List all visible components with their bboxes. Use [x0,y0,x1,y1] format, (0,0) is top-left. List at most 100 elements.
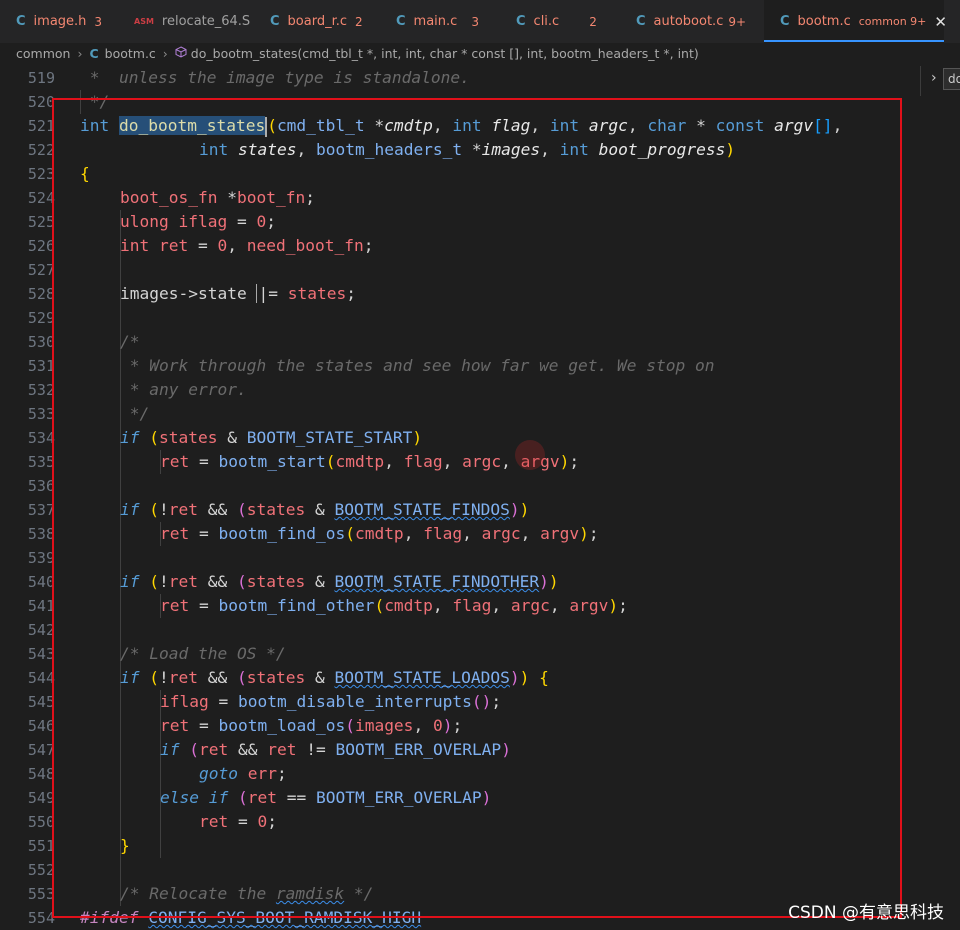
chevron-right-icon: › [931,70,937,86]
line-number: 553 [27,885,55,903]
code-line: 523{ [0,162,920,186]
code-line: 540 if (!ret && (states & BOOTM_STATE_FIN… [0,570,920,594]
line-number: 540 [27,573,55,591]
tab-label: image.h [33,14,87,29]
tab-label: main.c [413,14,458,29]
line-number: 532 [27,381,55,399]
close-icon[interactable]: ✕ [934,13,947,31]
code-line: 542 [0,618,920,642]
line-number: 520 [27,93,55,111]
line-number: 529 [27,309,55,327]
code-line: 535 ret = bootm_start(cmdtp, flag, argc, … [0,450,920,474]
code-line: 551} [0,834,920,858]
code-line: 521 int do_bootm_states (cmd_tbl_t *cmdtp,… [0,114,920,138]
line-number: 535 [27,453,55,471]
cursor-ghost-mark [515,440,545,470]
line-number: 536 [27,477,55,495]
code-editor[interactable]: 519 * unless the image type is standalon… [0,66,920,930]
code-line: 533 */ [0,402,920,426]
line-number: 524 [27,189,55,207]
watermark: CSDN @有意思科技 [788,903,944,923]
line-number: 547 [27,741,55,759]
code-line: 548 goto err; [0,762,920,786]
c-file-icon: C [636,14,646,29]
tab-autoboot-c[interactable]: C autoboot.c 9+ [636,0,746,43]
line-number: 527 [27,261,55,279]
c-file-icon: C [270,14,280,29]
line-number: 530 [27,333,55,351]
code-line: 545 iflag = bootm_disable_interrupts(); [0,690,920,714]
line-number: 531 [27,357,55,375]
breadcrumb-file[interactable]: bootm.c [105,46,156,61]
line-number: 551 [27,837,55,855]
code-line: 525 ulong iflag = 0; [0,210,920,234]
cube-icon [175,45,187,61]
tab-problem-count: 2 [355,14,363,29]
tab-label: relocate_64.S [161,14,251,29]
code-line: 539 [0,546,920,570]
line-number: 552 [27,861,55,879]
line-number: 549 [27,789,55,807]
tab-cli-c[interactable]: C cli.c 2 [516,0,597,43]
code-line: 519 * unless the image type is standalon… [0,66,920,90]
line-number: 528 [27,285,55,303]
line-number: 521 [27,117,55,135]
line-number: 544 [27,669,55,687]
line-number: 542 [27,621,55,639]
tab-relocate-64-s[interactable]: ASM relocate_64.S [134,0,250,43]
tab-image-h[interactable]: C image.h 3 [16,0,102,43]
line-number: 522 [27,141,55,159]
tab-main-c[interactable]: C main.c 3 [396,0,479,43]
c-file-icon: C [89,45,99,61]
line-number: 539 [27,549,55,567]
tab-problem-count: 9+ [728,14,747,29]
line-number: 519 [27,69,55,87]
tab-folder-hint: common 9+ [858,15,927,28]
outline-panel-toggle[interactable]: › do [920,66,960,96]
code-line: 549 else if (ret == BOOTM_ERR_OVERLAP) [0,786,920,810]
breadcrumb-symbol[interactable]: do_bootm_states(cmd_tbl_t *, int, int, c… [191,46,699,61]
function-name: do_bootm_states [119,116,266,135]
asm-file-icon: ASM [134,17,154,26]
code-line: 537 if (!ret && (states & BOOTM_STATE_FIN… [0,498,920,522]
line-number: 550 [27,813,55,831]
line-number: 537 [27,501,55,519]
tab-label: board_r.c [287,14,348,29]
code-line: 530/* [0,330,920,354]
code-line: 546 ret = bootm_load_os(images, 0); [0,714,920,738]
tab-board-r-c[interactable]: C board_r.c 2 [270,0,363,43]
code-line: 529 [0,306,920,330]
line-number: 526 [27,237,55,255]
code-line: 541 ret = bootm_find_other(cmdtp, flag, a… [0,594,920,618]
code-line: 531 * Work through the states and see ho… [0,354,920,378]
line-number: 545 [27,693,55,711]
tab-bootm-c[interactable]: C bootm.c common 9+ ✕ [764,0,947,43]
code-line: 552 [0,858,920,882]
code-line: 544 if (!ret && (states & BOOTM_STATE_LOA… [0,666,920,690]
code-line: 550 ret = 0; [0,810,920,834]
outline-tag[interactable]: do [943,68,960,90]
code-line: 547 if (ret && ret != BOOTM_ERR_OVERLAP) [0,738,920,762]
chevron-right-icon: › [162,45,168,61]
c-file-icon: C [16,14,26,29]
c-file-icon: C [780,14,790,29]
tab-problem-count: 2 [589,14,597,29]
breadcrumb: common › C bootm.c › do_bootm_states(cmd… [0,43,960,63]
tab-problem-count: 3 [471,14,479,29]
line-number: 548 [27,765,55,783]
code-line: 526 int ret = 0, need_boot_fn; [0,234,920,258]
line-number: 543 [27,645,55,663]
active-tab-indicator [764,40,944,42]
line-number: 546 [27,717,55,735]
code-line: 532 * any error. [0,378,920,402]
tab-label: autoboot.c [653,14,724,29]
tab-label: bootm.c [797,14,851,29]
code-line: 538 ret = bootm_find_os(cmdtp, flag, argc… [0,522,920,546]
code-line: 528 images->state |= states; [0,282,920,306]
line-number: 541 [27,597,55,615]
line-number: 523 [27,165,55,183]
code-line: 522 int states, bootm_headers_t *images, … [0,138,920,162]
breadcrumb-folder[interactable]: common [16,46,70,61]
c-file-icon: C [516,14,526,29]
tab-label: cli.c [533,14,560,29]
